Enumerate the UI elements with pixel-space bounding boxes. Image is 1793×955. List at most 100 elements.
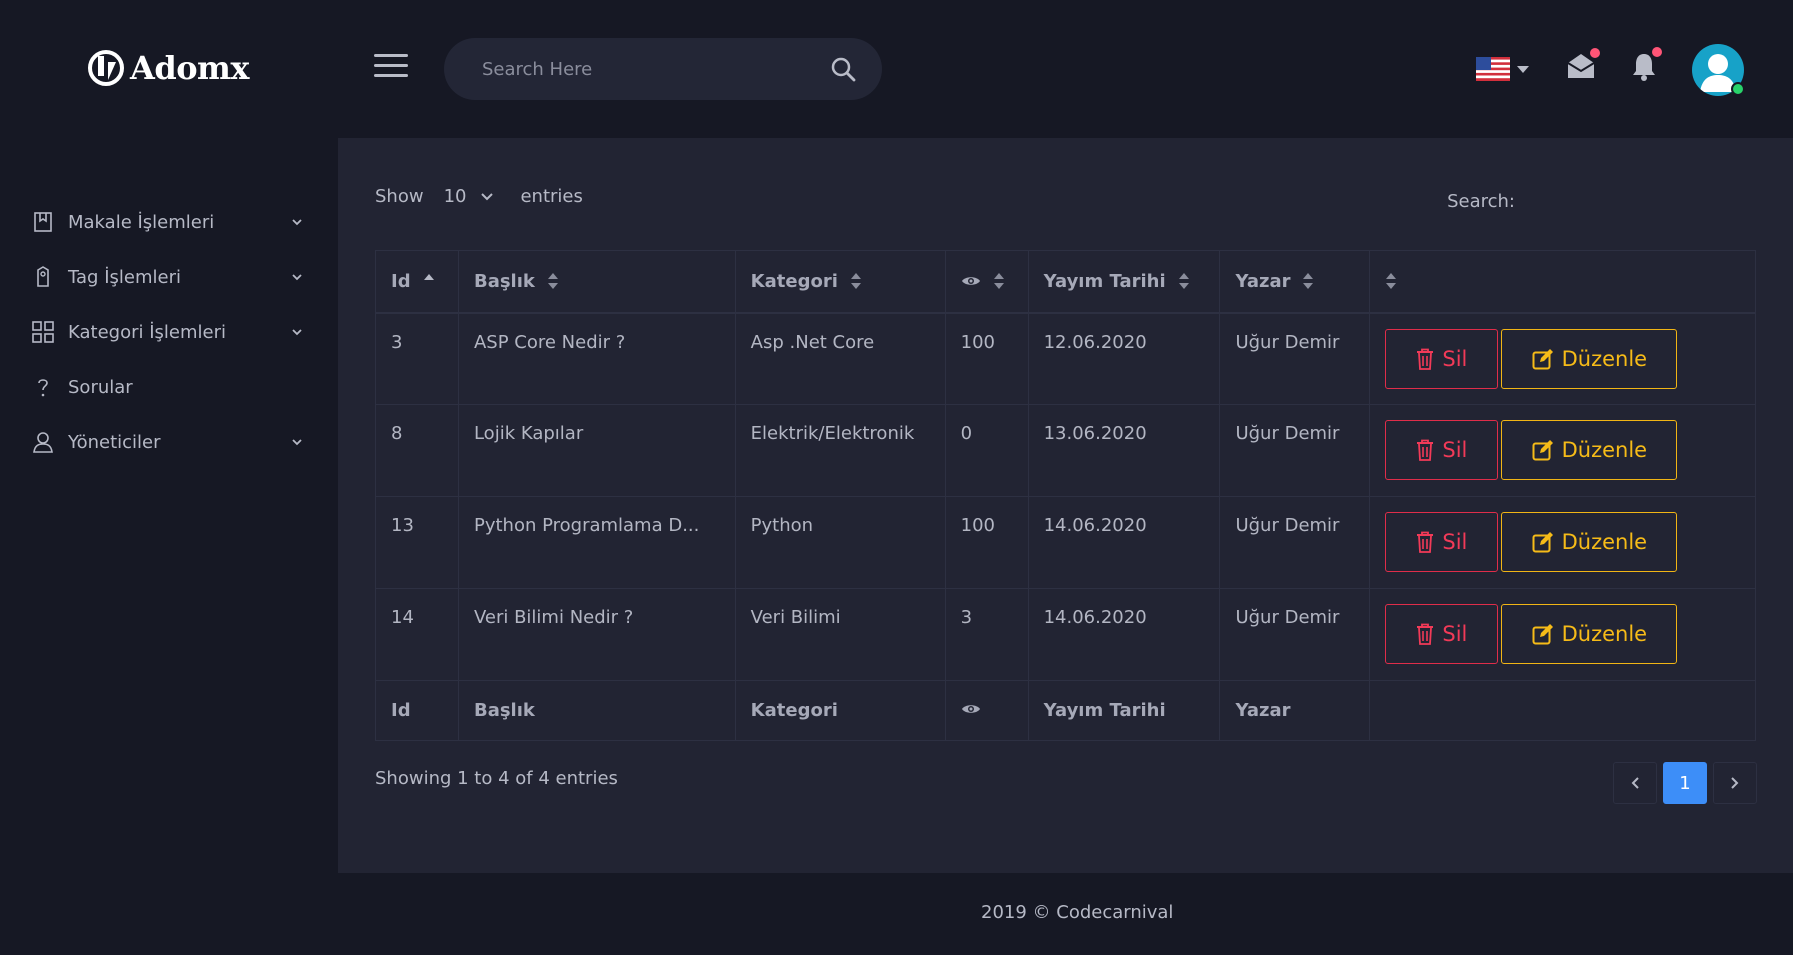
delete-button-label: Sil [1442,530,1468,554]
trash-icon [1417,531,1434,553]
trash-icon [1417,348,1434,370]
sort-asc-icon [423,274,434,281]
sidebar-item-sorular[interactable]: Sorular [32,367,304,407]
cell-id: 14 [375,588,459,681]
sidebar-item-tag[interactable]: Tag İşlemleri [32,257,304,297]
next-page-button[interactable] [1713,762,1757,804]
tag-icon [32,266,54,288]
table-info: Showing 1 to 4 of 4 entries [375,768,618,789]
cell-category: Python [734,496,946,589]
previous-page-button[interactable] [1613,762,1657,804]
column-header-views[interactable] [944,250,1029,314]
column-header-actions[interactable] [1369,250,1756,314]
show-label: Show [375,186,424,207]
edit-button-label: Düzenle [1561,346,1648,371]
brand-name: Adomx [130,49,249,87]
footer-category: Kategori [734,680,946,741]
table-header-row: Id Başlık Kategori Yayım Tarihi Yazar [375,250,1756,314]
cell-date: 12.06.2020 [1027,312,1221,405]
footer-id: Id [375,680,459,741]
delete-button-label: Sil [1442,346,1468,371]
footer-title: Başlık [457,680,736,741]
main-content: Show 10 entries Search: Id Başlık Katego… [338,138,1793,873]
cell-title: Veri Bilimi Nedir ? [457,588,736,681]
eye-icon [961,705,980,713]
chevron-down-icon [292,274,302,281]
edit-button[interactable]: Düzenle [1501,512,1678,572]
edit-button[interactable]: Düzenle [1501,604,1678,664]
language-selector[interactable] [1476,56,1536,82]
edit-button[interactable]: Düzenle [1501,328,1678,389]
column-header-title[interactable]: Başlık [457,250,736,314]
caret-down-icon [1517,66,1529,73]
edit-button-label: Düzenle [1561,530,1648,554]
column-header-label: Kategori [750,270,838,292]
delete-button[interactable]: Sil [1385,328,1499,389]
delete-button[interactable]: Sil [1385,512,1499,572]
edit-button-label: Düzenle [1561,438,1648,462]
cell-views: 3 [944,588,1029,681]
footer-copyright: 2019 © Codecarnival [981,902,1174,923]
grid-icon [32,321,54,343]
sidebar-item-label: Tag İşlemleri [68,266,181,288]
table-search-label: Search: [1447,190,1515,212]
entries-select[interactable]: 10 [444,186,495,207]
cell-date: 14.06.2020 [1027,588,1221,681]
table-row: 14 Veri Bilimi Nedir ? Veri Bilimi 3 14.06.2… [375,588,1756,681]
page-button-current[interactable]: 1 [1663,762,1707,804]
sidebar-item-label: Yöneticiler [68,431,161,453]
cell-id: 3 [375,312,459,405]
sidebar-item-makale[interactable]: Makale İşlemleri [32,202,304,242]
delete-button[interactable]: Sil [1385,420,1499,480]
mail-unread-dot [1590,48,1600,58]
table-row: 8 Lojik Kapılar Elektrik/Elektronik 0 13.06.… [375,404,1756,497]
bell-icon[interactable] [1630,52,1658,82]
articles-table: Id Başlık Kategori Yayım Tarihi Yazar 3A… [375,250,1756,741]
cell-title: Lojik Kapılar [457,404,736,497]
sidebar-item-label: Sorular [68,376,133,398]
column-header-date[interactable]: Yayım Tarihi [1027,250,1221,314]
column-header-author[interactable]: Yazar [1219,250,1371,314]
edit-icon [1532,440,1553,461]
cell-author: Uğur Demir [1219,496,1371,589]
sidebar-item-kategori[interactable]: Kategori İşlemleri [32,312,304,352]
cell-id: 13 [375,496,459,589]
menu-toggle-icon[interactable] [374,54,408,82]
book-icon [32,211,54,233]
entries-length: Show 10 entries [375,186,583,207]
entries-label: entries [520,186,583,207]
trash-icon [1417,623,1434,645]
column-header-label: Yayım Tarihi [1043,270,1166,292]
cell-date: 14.06.2020 [1027,496,1221,589]
cell-actions: Sil Düzenle [1369,496,1756,589]
cell-actions: Sil Düzenle [1369,312,1756,405]
cell-author: Uğur Demir [1219,588,1371,681]
column-header-id[interactable]: Id [375,250,459,314]
delete-button-label: Sil [1442,622,1468,646]
footer-views [944,680,1029,741]
cell-category: Veri Bilimi [734,588,946,681]
footer-author: Yazar [1219,680,1371,741]
table-footer-row: Id Başlık Kategori Yayım Tarihi Yazar [375,680,1756,741]
search-icon[interactable] [830,56,856,82]
cell-title: ASP Core Nedir ? [457,312,736,405]
footer-actions [1369,680,1756,741]
sort-icon [1386,273,1397,290]
table-search-input[interactable] [1521,186,1757,216]
sort-icon [850,273,861,290]
column-header-label: Id [391,270,411,292]
eye-icon [961,277,980,285]
cell-actions: Sil Düzenle [1369,588,1756,681]
brand-logo[interactable]: Adomx [86,46,249,90]
column-header-label: Başlık [473,270,535,292]
edit-button[interactable]: Düzenle [1501,420,1678,480]
cell-category: Asp .Net Core [734,312,946,405]
column-header-category[interactable]: Kategori [734,250,946,314]
header-search [444,38,882,100]
cell-views: 0 [944,404,1029,497]
sidebar-item-yoneticiler[interactable]: Yöneticiler [32,422,304,462]
delete-button[interactable]: Sil [1385,604,1499,664]
header-search-input[interactable] [482,58,830,80]
cell-id: 8 [375,404,459,497]
edit-button-label: Düzenle [1561,622,1648,646]
